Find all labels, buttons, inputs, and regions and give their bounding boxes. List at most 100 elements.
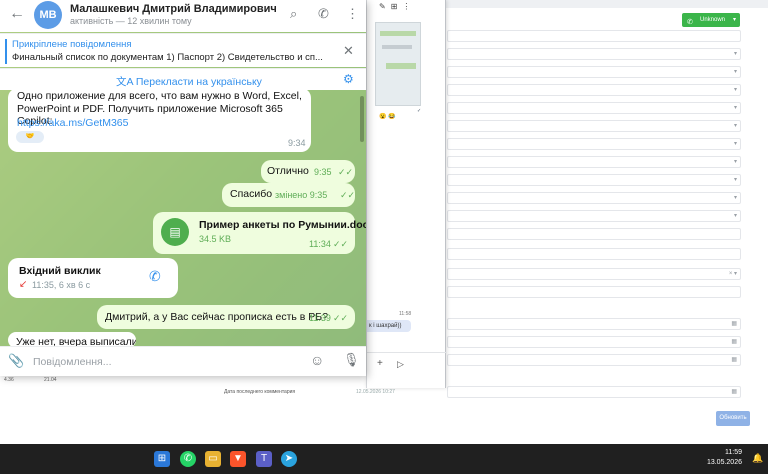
avatar[interactable]: МВ bbox=[34, 1, 62, 29]
send-icon[interactable]: ▷ bbox=[397, 359, 404, 370]
file-size: 34.5 KB bbox=[199, 234, 232, 244]
crm-accept-call-button[interactable]: ✆ Unknown ▾ bbox=[682, 13, 740, 27]
whatsapp-icon[interactable]: ✆ bbox=[180, 451, 196, 467]
reaction-badge[interactable]: 🤝 bbox=[16, 131, 44, 143]
call-meta: 11:35, 6 хв 6 с bbox=[32, 280, 91, 290]
message-text: Дмитрий, а у Вас сейчас прописка есть в … bbox=[105, 311, 329, 323]
crm-field[interactable] bbox=[447, 228, 741, 240]
crm-date-field[interactable]: ▦ bbox=[447, 386, 741, 398]
message-outgoing[interactable]: Дмитрий, а у Вас сейчас прописка есть в … bbox=[97, 305, 355, 329]
pinned-title: Прикріплене повідомлення bbox=[12, 39, 132, 50]
chat-scrollbar[interactable] bbox=[360, 96, 364, 142]
crm-date-field[interactable]: ▦ bbox=[447, 318, 741, 330]
call-title: Вхідний виклик bbox=[19, 265, 101, 277]
message-incoming-call[interactable]: Вхідний виклик ↙ 11:35, 6 хв 6 с ✆ bbox=[8, 258, 178, 298]
plus-icon[interactable]: + bbox=[377, 358, 383, 369]
crm-select[interactable]: ▾ bbox=[447, 84, 741, 96]
teams-icon[interactable]: T bbox=[256, 451, 272, 467]
close-icon[interactable]: ✕ bbox=[343, 43, 354, 59]
more-vertical-icon[interactable]: ⋮ bbox=[346, 6, 359, 22]
message-input[interactable]: Повідомлення... bbox=[33, 356, 111, 368]
chevron-down-icon: ▾ bbox=[733, 213, 737, 219]
crm-select[interactable]: ▾ bbox=[447, 48, 741, 60]
incoming-arrow-icon: ↙ bbox=[19, 279, 28, 290]
paperclip-icon[interactable]: 📎 bbox=[8, 353, 24, 369]
message-file-attachment[interactable]: ▤ Пример анкеты по Румынии.doc 34.5 KB 1… bbox=[153, 212, 366, 254]
notification-bell-icon[interactable]: 🔔 bbox=[752, 453, 763, 464]
double-check-icon: ✓✓ bbox=[340, 190, 356, 200]
message-link[interactable]: https://aka.ms/GetM365 bbox=[17, 117, 128, 129]
chevron-down-icon: ▾ bbox=[733, 141, 737, 147]
chevron-down-icon: ▾ bbox=[733, 105, 737, 111]
message-outgoing[interactable]: Спасибо змінено 9:35 ✓✓ bbox=[222, 183, 355, 207]
chevron-down-icon: ▾ bbox=[733, 87, 737, 93]
reaction-icons[interactable]: 😮 😂 bbox=[379, 113, 396, 120]
screenshot-thumbnail[interactable] bbox=[375, 22, 421, 106]
thumbnail-bar bbox=[382, 45, 412, 49]
thumbnail-bar bbox=[386, 63, 416, 69]
crm-date-field[interactable]: ▦ bbox=[447, 336, 741, 348]
crm-select[interactable]: ▾ bbox=[447, 102, 741, 114]
settings-sliders-icon[interactable]: ⚙ bbox=[343, 72, 354, 86]
contact-name[interactable]: Малашкевич Дмитрий Владимирович bbox=[70, 3, 277, 15]
message-time: 11:39 bbox=[309, 313, 331, 323]
desktop: ✆ Unknown ▾ ▾ ▾ ▾ ▾ ▾ ▾ ▾ ▾ ▾ ▾ × ▾ ▦ ▦ … bbox=[0, 0, 768, 474]
message-text: Отлично bbox=[267, 165, 309, 177]
chevron-down-icon: ▾ bbox=[732, 17, 736, 23]
phone-icon[interactable]: ✆ bbox=[149, 268, 161, 285]
read-icon: ✓ bbox=[417, 108, 422, 114]
message-incoming-promo[interactable]: Одно приложение для всего, что вам нужно… bbox=[8, 88, 311, 152]
taskbar-date[interactable]: 13.05.2026 bbox=[695, 459, 742, 466]
crm-select[interactable]: ▾ bbox=[447, 138, 741, 150]
microphone-icon[interactable]: 🎙 bbox=[343, 352, 360, 368]
crm-select[interactable]: ▾ bbox=[447, 174, 741, 186]
brave-browser-icon[interactable]: ▼ bbox=[230, 451, 246, 467]
preview-time: 11:58 bbox=[399, 311, 412, 317]
message-time: 9:34 bbox=[288, 138, 306, 148]
crm-comment-label: Дата последнего комментария bbox=[224, 389, 296, 395]
double-check-icon: ✓✓ bbox=[338, 167, 354, 177]
crm-select[interactable]: ▾ bbox=[447, 192, 741, 204]
crm-select[interactable]: × ▾ bbox=[447, 268, 741, 280]
telegram-icon[interactable]: ➤ bbox=[281, 451, 297, 467]
translate-bar: 文A Перекласти на українську ⚙ bbox=[0, 68, 366, 90]
more-icon[interactable]: ⋮ bbox=[402, 2, 415, 11]
message-outgoing[interactable]: Отлично 9:35 ✓✓ bbox=[261, 160, 355, 183]
crm-field[interactable] bbox=[447, 30, 741, 42]
crm-select[interactable]: ▾ bbox=[447, 66, 741, 78]
calendar-icon: ▦ bbox=[731, 321, 737, 327]
crm-update-button[interactable]: Обновить bbox=[716, 411, 750, 426]
phone-icon[interactable]: ✆ bbox=[318, 6, 329, 22]
crm-date-field[interactable]: ▦ bbox=[447, 354, 741, 366]
double-check-icon: ✓✓ bbox=[333, 239, 349, 249]
windows-start-icon[interactable]: ⊞ bbox=[154, 451, 170, 467]
emoji-icon[interactable]: ☺ bbox=[310, 352, 324, 368]
chevron-down-icon: ▾ bbox=[733, 195, 737, 201]
document-icon[interactable]: ▤ bbox=[161, 218, 189, 246]
crm-select[interactable]: ▾ bbox=[447, 156, 741, 168]
message-input-bar: 📎 Повідомлення... ☺ 🎙 bbox=[0, 346, 366, 376]
message-time: змінено 9:35 bbox=[275, 190, 328, 200]
pinned-accent-bar bbox=[5, 39, 7, 64]
translate-label: Перекласти на українську bbox=[135, 76, 262, 88]
crm-select[interactable]: ▾ bbox=[447, 210, 741, 222]
chevron-down-icon: ▾ bbox=[733, 51, 737, 57]
crm-field[interactable] bbox=[447, 286, 741, 298]
double-check-icon: ✓✓ bbox=[333, 313, 349, 323]
search-icon[interactable]: ⌕ bbox=[290, 6, 297, 22]
translate-icon: 文A bbox=[116, 76, 136, 88]
back-arrow-icon[interactable]: ← bbox=[9, 5, 25, 23]
chevron-down-icon: ▾ bbox=[733, 177, 737, 183]
folder-icon[interactable]: ▭ bbox=[205, 451, 221, 467]
crm-field[interactable] bbox=[447, 248, 741, 260]
taskbar-time[interactable]: 11:59 bbox=[712, 449, 742, 456]
phone-icon: ✆ bbox=[687, 19, 693, 26]
crm-select[interactable]: ▾ bbox=[447, 120, 741, 132]
pinned-message[interactable]: Прикріплене повідомлення Финальный списо… bbox=[0, 33, 366, 67]
translate-button[interactable]: 文A Перекласти на українську bbox=[116, 74, 262, 89]
preview-toolbar: ✎⊞⋮ bbox=[379, 2, 415, 11]
message-time: 11:34 bbox=[309, 239, 331, 249]
pencil-icon[interactable]: ✎ bbox=[379, 2, 391, 11]
grid-icon[interactable]: ⊞ bbox=[391, 2, 403, 11]
preview-input-bar: + ▷ bbox=[367, 352, 447, 376]
